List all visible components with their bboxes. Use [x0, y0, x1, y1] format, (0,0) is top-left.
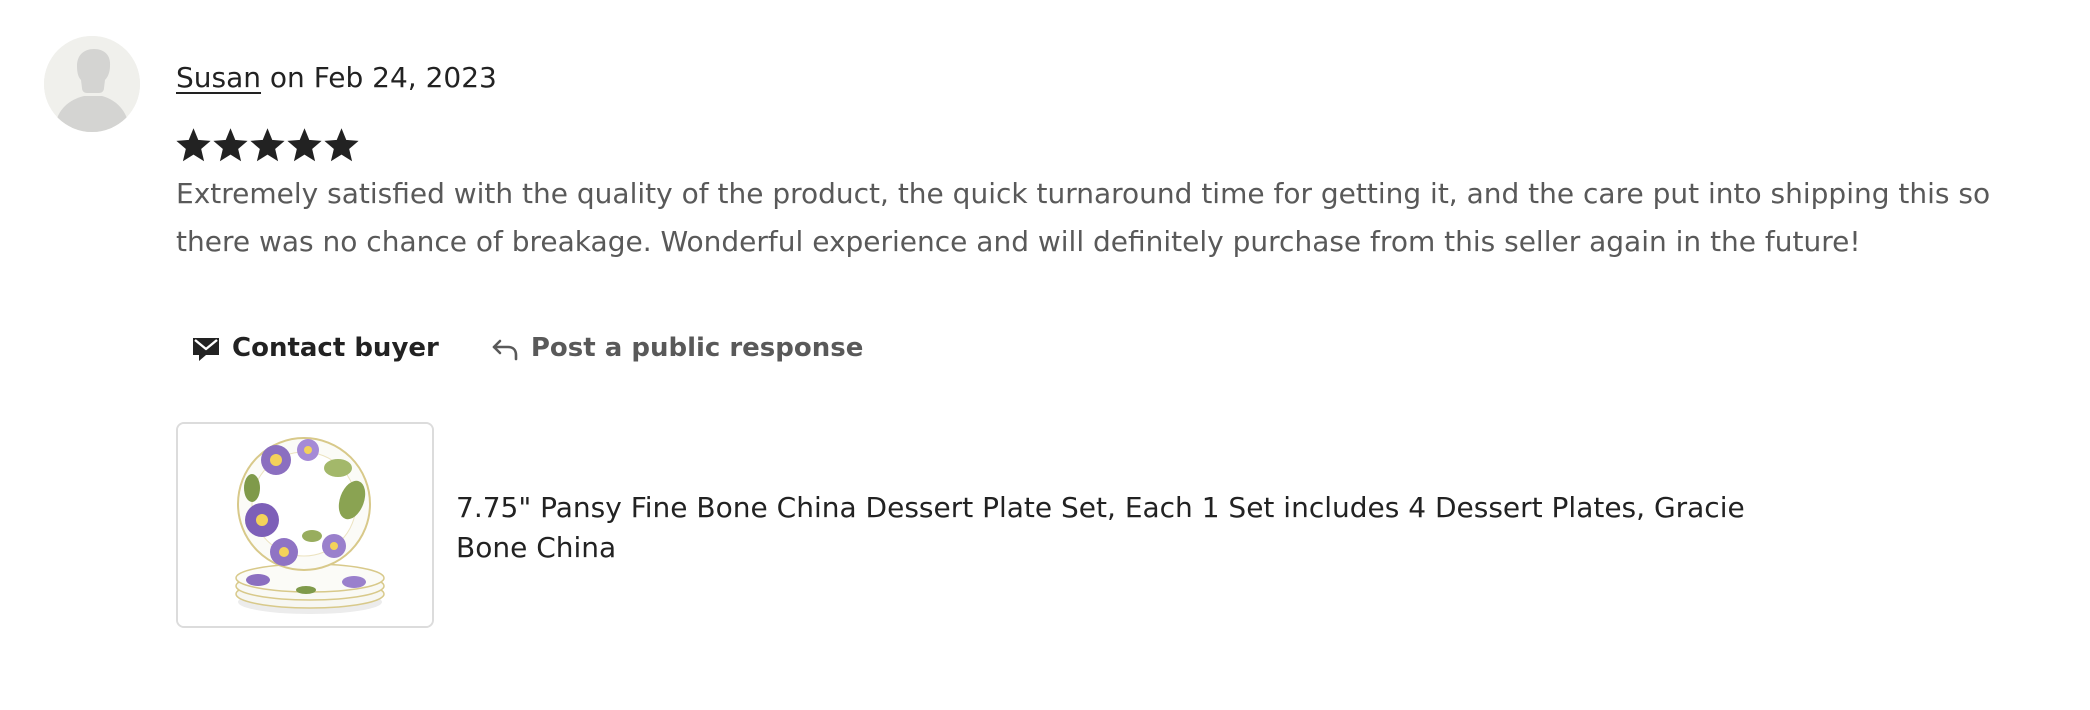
envelope-icon	[193, 338, 219, 361]
star-icon	[213, 128, 248, 162]
review-date: on Feb 24, 2023	[269, 61, 497, 94]
review-actions: Contact buyer Post a public response	[176, 326, 877, 370]
product-title-link[interactable]: 7.75" Pansy Fine Bone China Dessert Plat…	[456, 488, 1756, 568]
star-icon	[324, 128, 359, 162]
star-icon	[176, 128, 211, 162]
reviewer-avatar[interactable]	[44, 36, 140, 132]
post-public-response-button[interactable]: Post a public response	[475, 332, 878, 364]
reviewer-name-link[interactable]: Susan	[176, 61, 261, 94]
contact-buyer-label: Contact buyer	[232, 333, 439, 363]
star-icon	[250, 128, 285, 162]
product-thumbnail[interactable]	[176, 422, 434, 628]
reply-arrow-icon	[492, 339, 518, 361]
contact-buyer-button[interactable]: Contact buyer	[176, 332, 453, 364]
post-public-response-label: Post a public response	[530, 333, 864, 363]
user-silhouette-icon	[44, 36, 140, 132]
star-icon	[287, 128, 322, 162]
star-rating	[176, 128, 359, 168]
dessert-plate-image	[178, 424, 432, 626]
review-header: Susan on Feb 24, 2023	[176, 58, 497, 98]
review-text: Extremely satisfied with the quality of …	[176, 177, 1991, 258]
